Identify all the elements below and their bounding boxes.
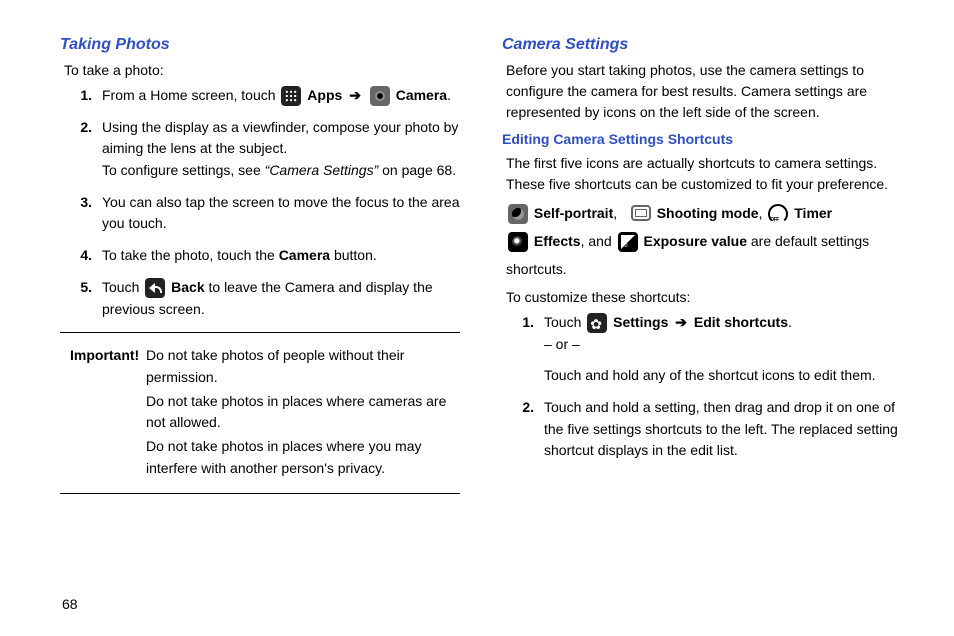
exposure-icon — [618, 232, 638, 252]
timer-label: Timer — [794, 205, 832, 221]
step-pre: Touch — [544, 314, 585, 330]
customize-step-2: 2. Touch and hold a setting, then drag a… — [512, 397, 902, 462]
step-text: Using the display as a viewfinder, compo… — [102, 119, 458, 157]
right-column: Camera Settings Before you start taking … — [502, 36, 902, 506]
step-pre: To take the photo, touch the — [102, 247, 279, 263]
arrow-icon: ➔ — [349, 87, 361, 103]
period: . — [788, 314, 792, 330]
step-text: From a Home screen, touch — [102, 87, 279, 103]
shooting-mode-label: Shooting mode — [657, 205, 759, 221]
step-1: 1. From a Home screen, touch Apps ➔ Came… — [70, 85, 460, 107]
camera-button-label: Camera — [279, 247, 330, 263]
step-number: 2. — [512, 397, 534, 462]
divider — [60, 332, 460, 333]
intro-text: To take a photo: — [60, 60, 460, 81]
settings-intro: Before you start taking photos, use the … — [502, 60, 902, 123]
step-text: You can also tap the screen to move the … — [102, 192, 460, 235]
config-post: on page 68. — [378, 162, 456, 178]
customize-intro: To customize these shortcuts: — [502, 287, 902, 308]
step-4: 4. To take the photo, touch the Camera b… — [70, 245, 460, 267]
back-label: Back — [171, 279, 204, 295]
back-icon — [145, 278, 165, 298]
settings-label: Settings — [613, 314, 668, 330]
taking-photos-heading: Taking Photos — [60, 36, 460, 54]
step-text: Touch and hold a setting, then drag and … — [544, 397, 902, 462]
important-block: Important! Do not take photos of people … — [60, 345, 460, 481]
step-pre: Touch — [102, 279, 143, 295]
step-number: 1. — [70, 85, 92, 107]
divider — [60, 493, 460, 494]
step-number: 4. — [70, 245, 92, 267]
settings-icon — [587, 313, 607, 333]
apps-icon — [281, 86, 301, 106]
shortcuts-desc: The first five icons are actually shortc… — [502, 153, 902, 195]
alt-text: Touch and hold any of the shortcut icons… — [544, 367, 876, 383]
step-2: 2. Using the display as a viewfinder, co… — [70, 117, 460, 182]
left-column: Taking Photos To take a photo: 1. From a… — [60, 36, 460, 506]
config-pre: To configure settings, see — [102, 162, 265, 178]
important-line: Do not take photos in places where you m… — [146, 436, 460, 479]
important-line: Do not take photos in places where camer… — [146, 391, 460, 434]
self-portrait-icon — [508, 204, 528, 224]
timer-icon — [768, 204, 788, 224]
self-portrait-label: Self-portrait — [534, 205, 613, 221]
step-3: 3. You can also tap the screen to move t… — [70, 192, 460, 235]
camera-label: Camera — [396, 87, 447, 103]
step-number: 3. — [70, 192, 92, 235]
camera-icon — [370, 86, 390, 106]
step-post: button. — [330, 247, 377, 263]
customize-steps: 1. Touch Settings ➔ Edit shortcuts. – or… — [502, 312, 902, 462]
step-number: 1. — [512, 312, 534, 387]
apps-label: Apps — [307, 87, 342, 103]
camera-settings-heading: Camera Settings — [502, 36, 902, 54]
shooting-mode-icon — [631, 205, 651, 221]
effects-icon — [508, 232, 528, 252]
arrow-icon: ➔ — [675, 314, 687, 330]
important-line: Do not take photos of people without the… — [146, 345, 460, 388]
step-5: 5. Touch Back to leave the Camera and di… — [70, 277, 460, 320]
customize-step-1: 1. Touch Settings ➔ Edit shortcuts. – or… — [512, 312, 902, 387]
shortcut-list: Self-portrait, Shooting mode, Timer Effe… — [502, 199, 902, 283]
editing-shortcuts-heading: Editing Camera Settings Shortcuts — [502, 131, 902, 147]
step-number: 2. — [70, 117, 92, 182]
taking-photos-steps: 1. From a Home screen, touch Apps ➔ Came… — [60, 85, 460, 320]
effects-label: Effects — [534, 233, 581, 249]
edit-shortcuts-label: Edit shortcuts — [694, 314, 788, 330]
important-label: Important! — [70, 345, 146, 481]
camera-settings-ref: “Camera Settings” — [265, 162, 379, 178]
exposure-label: Exposure value — [644, 233, 748, 249]
or-text: – or – — [544, 336, 580, 352]
period: . — [447, 87, 451, 103]
page: Taking Photos To take a photo: 1. From a… — [0, 0, 954, 636]
page-number: 68 — [62, 596, 78, 612]
step-number: 5. — [70, 277, 92, 320]
